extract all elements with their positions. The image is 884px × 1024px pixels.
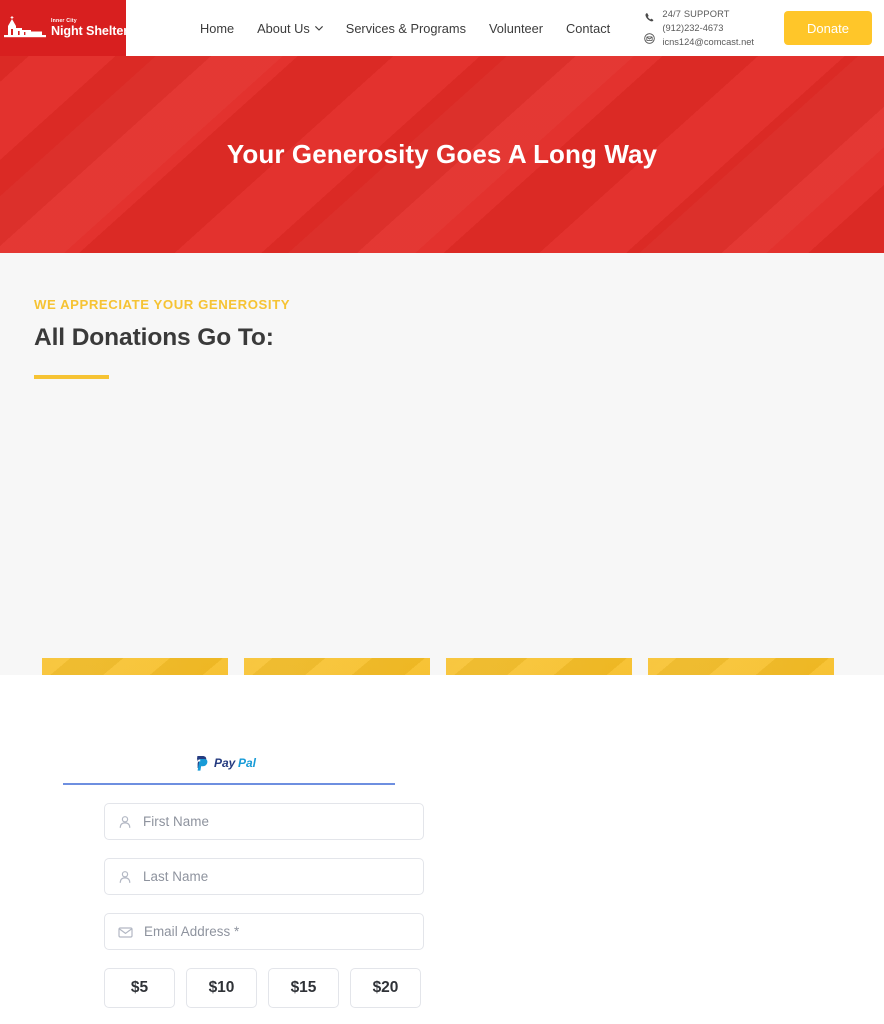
contact-phone[interactable]: (912)232-4673 [662, 22, 754, 35]
last-name-placeholder: Last Name [143, 869, 209, 884]
phone-icon [645, 12, 654, 21]
support-label: 24/7 SUPPORT [662, 8, 730, 19]
nav-label: Contact [566, 20, 611, 36]
amount-options: $5 $10 $15 $20 [104, 968, 434, 1008]
donations-section: WE APPRECIATE YOUR GENEROSITY All Donati… [0, 253, 884, 870]
nav-label: Home [200, 20, 235, 36]
title-underline-rule [34, 375, 109, 379]
card-label: Feeding The Poor [69, 755, 201, 772]
donation-form-section: Pay Pal First Name Last Name Email Addre… [0, 675, 884, 1024]
email-placeholder: Email Address * [144, 924, 240, 939]
first-name-placeholder: First Name [143, 814, 209, 829]
nav-item-about-us[interactable]: About Us [257, 21, 323, 36]
page-title: All Donations Go To: [34, 324, 274, 351]
section-eyebrow: WE APPRECIATE YOUR GENEROSITY [34, 297, 291, 312]
hero-banner: Your Generosity Goes A Long Way [0, 56, 884, 253]
site-header: Inner City Night Shelter Home About Us S… [0, 0, 884, 56]
nav-label: Services & Programs [345, 20, 466, 36]
card-label: Transforming Lives [265, 755, 409, 772]
svg-text:Pal: Pal [238, 756, 257, 770]
main-navigation: Home About Us Services & Programs Volunt… [200, 21, 610, 36]
nav-label: Volunteer [488, 20, 544, 36]
donate-button[interactable]: Donate [784, 11, 872, 45]
contact-email[interactable]: icns124@comcast.net [662, 36, 754, 49]
svg-text:Pay: Pay [214, 756, 237, 770]
last-name-field[interactable]: Last Name [104, 858, 424, 895]
person-icon [119, 870, 131, 883]
envelope-circle-icon [644, 32, 656, 44]
nav-item-contact[interactable]: Contact [566, 21, 610, 36]
logo-title: Night Shelter [50, 23, 129, 38]
amount-button-10[interactable]: $10 [186, 968, 257, 1008]
nav-item-home[interactable]: Home [200, 21, 234, 36]
card-label: Repairing The Broken [487, 743, 591, 784]
envelope-icon [118, 926, 133, 938]
header-contact: 24/7 SUPPORT (912)232-4673 icns124@comca… [644, 8, 884, 49]
amount-button-20[interactable]: $20 [350, 968, 421, 1008]
amount-button-15[interactable]: $15 [268, 968, 339, 1008]
amount-button-5[interactable]: $5 [104, 968, 175, 1008]
hero-title: Your Generosity Goes A Long Way [226, 139, 658, 169]
church-building-icon [3, 16, 46, 38]
paypal-wordmark-icon: Pay Pal [214, 756, 257, 770]
paypal-divider [63, 783, 395, 785]
nav-item-services-programs[interactable]: Services & Programs [346, 21, 466, 36]
chevron-down-icon [314, 25, 323, 31]
site-logo[interactable]: Inner City Night Shelter [0, 0, 129, 56]
card-label: Emergency Care [679, 755, 803, 772]
nav-label: About Us [257, 20, 310, 36]
paypal-icon[interactable]: Pay Pal [194, 753, 264, 773]
email-address-field[interactable]: Email Address * [104, 913, 424, 950]
nav-item-volunteer[interactable]: Volunteer [489, 21, 543, 36]
person-icon [119, 815, 131, 828]
donation-form: Pay Pal First Name Last Name Email Addre… [34, 675, 434, 1024]
first-name-field[interactable]: First Name [104, 803, 424, 840]
